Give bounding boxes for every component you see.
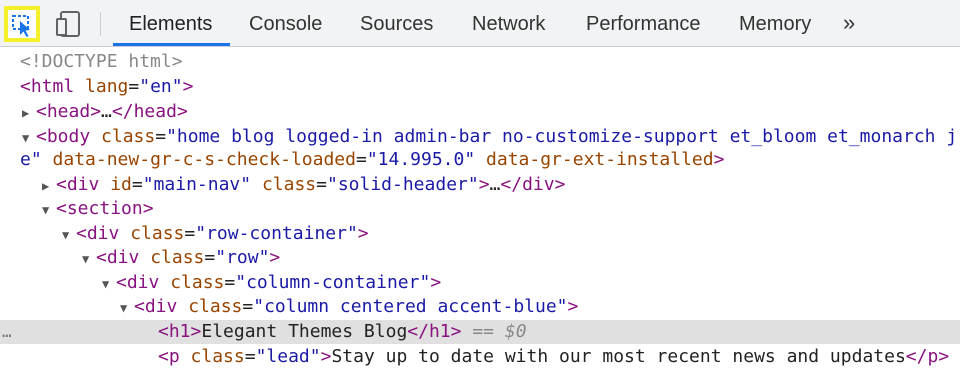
attr-name: class <box>188 296 243 317</box>
dom-line-body[interactable]: ▼ <body class="home blog logged-in admin-… <box>0 125 960 149</box>
collapse-triangle-icon[interactable]: ▼ <box>120 296 134 319</box>
attr-name: class <box>130 223 185 244</box>
tag-name: div <box>144 296 178 317</box>
attr-value: "column centered accent-blue" <box>253 296 568 317</box>
tab-performance[interactable]: Performance <box>586 0 701 46</box>
dom-line-body-continued[interactable]: e" data-new-gr-c-s-check-loaded="14.995.… <box>0 148 960 172</box>
tag-name: div <box>106 247 140 268</box>
tab-sources[interactable]: Sources <box>360 0 433 46</box>
attr-value: "14.995.0" <box>366 149 476 170</box>
tab-network[interactable]: Network <box>472 0 545 46</box>
dom-line-head[interactable]: ▶ <head>…</head> <box>0 100 960 124</box>
doctype-text: <!DOCTYPE html> <box>20 51 183 72</box>
dom-line-column-container[interactable]: ▼ <div class="column-container"> <box>0 271 960 295</box>
tag-name: div <box>126 272 160 293</box>
tag-name: section <box>66 198 143 219</box>
toolbar-divider <box>100 12 101 36</box>
selected-node-marker: == $0 <box>472 321 527 342</box>
collapsed-ellipsis[interactable]: … <box>101 101 112 122</box>
collapse-triangle-icon[interactable]: ▼ <box>82 247 96 270</box>
attr-name: class <box>101 126 156 147</box>
element-text: Stay up to date with our most recent new… <box>331 346 906 367</box>
tag-name: div <box>66 174 100 195</box>
element-text: Elegant Themes Blog <box>201 321 408 342</box>
tag-name: div <box>86 223 120 244</box>
dom-line-column[interactable]: ▼ <div class="column centered accent-blue… <box>0 295 960 319</box>
attr-value: "main-nav" <box>142 174 252 195</box>
expand-triangle-icon[interactable]: ▶ <box>42 174 56 197</box>
dom-line-row-container[interactable]: ▼ <div class="row-container"> <box>0 222 960 246</box>
dom-line-doctype[interactable]: <!DOCTYPE html> <box>0 50 960 74</box>
collapse-triangle-icon[interactable]: ▼ <box>42 198 56 221</box>
dom-line-section[interactable]: ▼ <section> <box>0 197 960 221</box>
attr-value: "row" <box>215 247 270 268</box>
device-toolbar-button[interactable] <box>51 6 87 42</box>
tag-name: h1 <box>168 321 191 342</box>
active-tab-indicator <box>113 43 230 46</box>
tab-console[interactable]: Console <box>249 0 322 46</box>
collapsed-ellipsis[interactable]: … <box>490 174 501 195</box>
attr-value: e" <box>20 149 42 170</box>
row-actions-ellipsis[interactable]: … <box>2 320 12 344</box>
attr-value: "solid-header" <box>326 174 479 195</box>
attr-name: class <box>170 272 225 293</box>
tag-name: head <box>46 101 91 122</box>
tag-name: p <box>168 346 180 367</box>
attr-value: "en" <box>139 76 183 97</box>
tab-memory[interactable]: Memory <box>739 0 811 46</box>
expand-triangle-icon[interactable]: ▶ <box>22 101 36 124</box>
attr-name: class <box>261 174 317 195</box>
dom-line-html[interactable]: <html lang="en"> <box>0 75 960 99</box>
inspect-element-button[interactable] <box>4 6 40 42</box>
dom-line-row[interactable]: ▼ <div class="row"> <box>0 246 960 270</box>
attr-name: data-new-gr-c-s-check-loaded <box>52 149 356 170</box>
device-toolbar-icon <box>56 11 80 37</box>
dom-line-p[interactable]: <p class="lead">Stay up to date with our… <box>0 345 960 369</box>
attr-value: "home blog logged-in admin-bar no-custom… <box>166 126 958 147</box>
tab-elements[interactable]: Elements <box>129 0 212 46</box>
collapse-triangle-icon[interactable]: ▼ <box>22 126 36 149</box>
dom-line-main-nav[interactable]: ▶ <div id="main-nav" class="solid-header"… <box>0 173 960 197</box>
devtools-toolbar: Elements Console Sources Network Perform… <box>0 0 960 47</box>
tag-name: p <box>927 346 939 367</box>
tag-name: html <box>30 76 75 97</box>
collapse-triangle-icon[interactable]: ▼ <box>102 272 116 295</box>
inspect-element-icon <box>12 15 30 37</box>
dom-line-h1-selected[interactable]: … <h1>Elegant Themes Blog</h1> == $0 <box>0 320 960 344</box>
attr-name: data-gr-ext-installed <box>486 149 714 170</box>
attr-name: id <box>110 174 132 195</box>
more-tabs-chevron-icon[interactable]: » <box>843 0 855 46</box>
attr-value: "lead" <box>255 346 321 367</box>
tag-name: div <box>522 174 555 195</box>
attr-value: "column-container" <box>235 272 431 293</box>
attr-value: "row-container" <box>195 223 358 244</box>
attr-name: class <box>150 247 205 268</box>
attr-name: class <box>190 346 245 367</box>
collapse-triangle-icon[interactable]: ▼ <box>62 223 76 246</box>
tag-name: head <box>133 101 177 122</box>
tag-name: h1 <box>428 321 451 342</box>
dom-tree: <!DOCTYPE html> <html lang="en"> ▶ <head>… <box>0 48 960 380</box>
tag-name: body <box>46 126 91 147</box>
attr-name: lang <box>85 76 129 97</box>
